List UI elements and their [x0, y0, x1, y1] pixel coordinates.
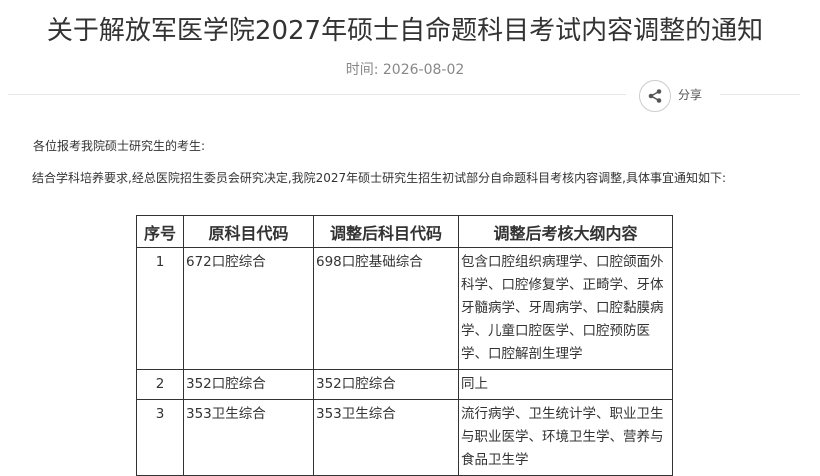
greeting-text: 各位报考我院硕士研究生的考生:: [33, 139, 206, 153]
adjustment-table: 序号 原科目代码 调整后科目代码 调整后考核大纲内容 1 672口腔综合 698…: [136, 215, 673, 476]
header-no: 序号: [136, 215, 184, 248]
share-link[interactable]: 分享: [678, 86, 702, 103]
share-button[interactable]: [639, 80, 671, 112]
divider-right: [720, 94, 800, 95]
cell-original: 672口腔综合: [183, 247, 314, 370]
cell-outline: 包含口腔组织病理学、口腔颌面外科学、口腔修复学、正畸学、牙体牙髓病学、牙周病学、…: [458, 247, 673, 370]
time-value: 2026-08-02: [382, 62, 465, 78]
share-icon: [648, 89, 662, 103]
cell-adjusted: 353卫生综合: [313, 399, 459, 476]
cell-outline: 同上: [458, 369, 673, 400]
divider-left: [8, 94, 626, 95]
cell-no: 3: [136, 399, 184, 476]
cell-no: 2: [136, 369, 184, 400]
time-label: 时间:: [345, 62, 379, 78]
table-row: 2 352口腔综合 352口腔综合 同上: [136, 369, 673, 400]
table-header-row: 序号 原科目代码 调整后科目代码 调整后考核大纲内容: [136, 215, 673, 248]
notice-paragraph: 结合学科培养要求,经总医院招生委员会研究决定,我院2027年硕士研究生招生初试部…: [32, 171, 727, 185]
cell-original: 353卫生综合: [183, 399, 314, 476]
page-title: 关于解放军医学院2027年硕士自命题科目考试内容调整的通知: [46, 16, 764, 46]
header-adjusted-code: 调整后科目代码: [313, 215, 459, 248]
table-row: 3 353卫生综合 353卫生综合 流行病学、卫生统计学、职业卫生与职业医学、环…: [136, 399, 673, 476]
cell-original: 352口腔综合: [183, 369, 314, 400]
cell-outline: 流行病学、卫生统计学、职业卫生与职业医学、环境卫生学、营养与食品卫生学: [458, 399, 673, 476]
cell-adjusted: 698口腔基础综合: [313, 247, 459, 370]
cell-adjusted: 352口腔综合: [313, 369, 459, 400]
header-original-code: 原科目代码: [183, 215, 314, 248]
table-row: 1 672口腔综合 698口腔基础综合 包含口腔组织病理学、口腔颌面外科学、口腔…: [136, 247, 673, 370]
publish-time: 时间: 2026-08-02: [0, 59, 810, 79]
header-outline: 调整后考核大纲内容: [458, 215, 673, 248]
cell-no: 1: [136, 247, 184, 370]
